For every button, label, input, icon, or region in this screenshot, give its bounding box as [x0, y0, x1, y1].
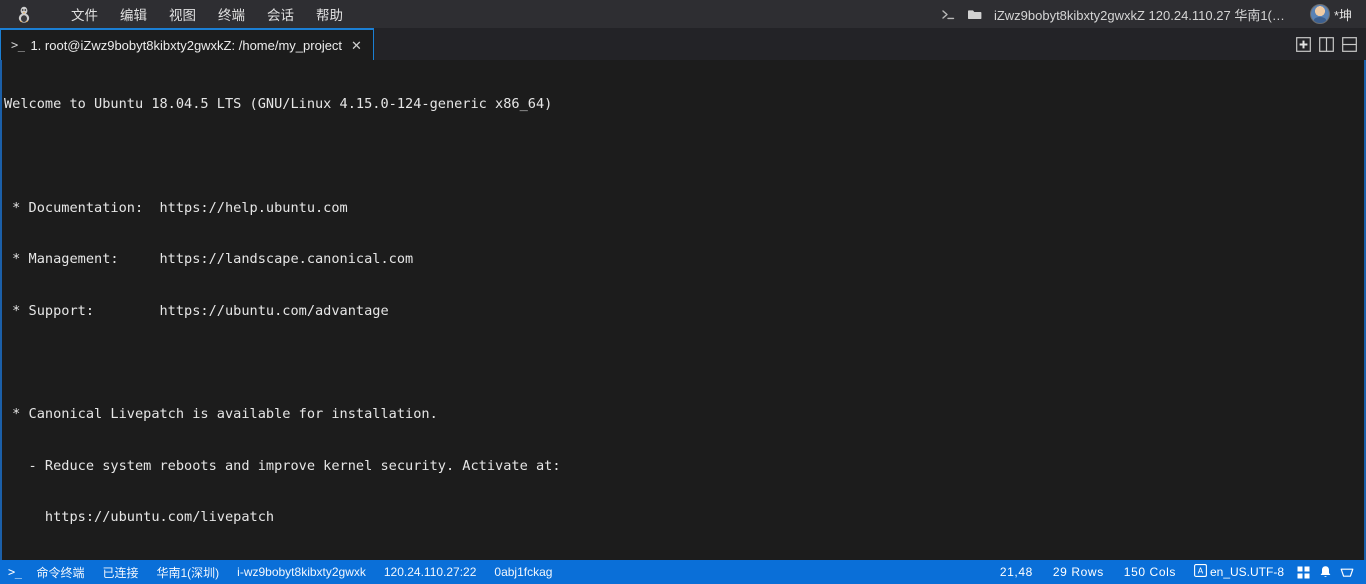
- terminal-line: - Reduce system reboots and improve kern…: [4, 457, 561, 474]
- encoding-label: en_US.UTF-8: [1209, 565, 1284, 579]
- status-cols: 150 Cols: [1123, 565, 1176, 579]
- terminal-viewport[interactable]: Welcome to Ubuntu 18.04.5 LTS (GNU/Linux…: [0, 60, 1366, 560]
- tab-item-active[interactable]: >_ 1. root@iZwz9bobyt8kibxty2gwxkZ: /hom…: [0, 28, 374, 60]
- terminal-line: * Canonical Livepatch is available for i…: [4, 405, 438, 422]
- terminal-line: Welcome to Ubuntu 18.04.5 LTS (GNU/Linux…: [4, 96, 553, 113]
- status-prompt-icon: >_: [8, 565, 22, 579]
- status-session-id-label: 0abj1fckag: [494, 565, 553, 579]
- tab-prompt-icon: >_: [11, 38, 25, 52]
- svg-text:A: A: [1198, 566, 1204, 575]
- status-rows: 29 Rows: [1052, 565, 1104, 579]
- terminal-line: https://ubuntu.com/livepatch: [4, 509, 275, 526]
- menu-item-terminal[interactable]: 终端: [207, 0, 256, 28]
- menu-bar: 文件 编辑 视图 终端 会话 帮助 iZwz9bobyt8kibxty2gwxk…: [0, 0, 1366, 28]
- status-mode-label: 命令终端: [36, 565, 85, 580]
- feedback-icon[interactable]: [1336, 566, 1358, 579]
- status-region-label: 华南1(深圳): [156, 565, 220, 580]
- tab-title: 1. root@iZwz9bobyt8kibxty2gwxkZ: /home/m…: [30, 37, 343, 53]
- menu-bar-right-section: iZwz9bobyt8kibxty2gwxkZ 120.24.110.27 华南…: [936, 0, 1366, 28]
- encoding-icon: A: [1194, 564, 1207, 580]
- plus-icon[interactable]: [1295, 36, 1312, 53]
- split-horizontal-icon[interactable]: [1341, 36, 1358, 53]
- split-vertical-icon[interactable]: [1318, 36, 1335, 53]
- status-bar: >_ 命令终端 已连接 华南1(深圳) i-wz9bobyt8kibxty2gw…: [0, 560, 1366, 584]
- bell-icon[interactable]: [1314, 565, 1336, 579]
- status-bar-right: 21,48 29 Rows 150 Cols A en_US.UTF-8: [990, 564, 1358, 580]
- apps-grid-icon[interactable]: [1292, 566, 1314, 579]
- close-icon[interactable]: ✕: [348, 37, 365, 54]
- folder-icon[interactable]: [962, 0, 988, 28]
- menu-item-help[interactable]: 帮助: [305, 0, 354, 28]
- terminal-output[interactable]: Welcome to Ubuntu 18.04.5 LTS (GNU/Linux…: [2, 60, 1364, 560]
- user-name-label[interactable]: *坤: [1334, 5, 1352, 24]
- status-bar-left: >_ 命令终端 已连接 华南1(深圳) i-wz9bobyt8kibxty2gw…: [8, 564, 561, 581]
- terminal-app-window: 文件 编辑 视图 终端 会话 帮助 iZwz9bobyt8kibxty2gwxk…: [0, 0, 1366, 584]
- command-prompt-icon[interactable]: [936, 0, 962, 28]
- terminal-line: * Support: https://ubuntu.com/advantage: [4, 302, 389, 319]
- status-address-label: 120.24.110.27:22: [383, 565, 477, 579]
- user-avatar[interactable]: [1309, 4, 1330, 24]
- terminal-line: * Documentation: https://help.ubuntu.com: [4, 199, 348, 216]
- menu-item-file[interactable]: 文件: [60, 0, 109, 28]
- tab-bar: >_ 1. root@iZwz9bobyt8kibxty2gwxkZ: /hom…: [0, 28, 1366, 60]
- tux-penguin-icon: [10, 0, 38, 28]
- status-connection-label: 已连接: [102, 565, 139, 580]
- status-encoding[interactable]: A en_US.UTF-8: [1186, 564, 1292, 580]
- menu-item-session[interactable]: 会话: [256, 0, 305, 28]
- menu-item-edit[interactable]: 编辑: [109, 0, 158, 28]
- terminal-line: * Management: https://landscape.canonica…: [4, 251, 414, 268]
- session-host-label: iZwz9bobyt8kibxty2gwxkZ 120.24.110.27 华南…: [993, 7, 1294, 23]
- menu-item-view[interactable]: 视图: [158, 0, 207, 28]
- menu-items: 文件 编辑 视图 终端 会话 帮助: [60, 0, 354, 28]
- status-cursor-position: 21,48: [999, 565, 1033, 579]
- status-instance-label: i-wz9bobyt8kibxty2gwxk: [237, 565, 366, 579]
- tab-bar-actions: [1295, 28, 1366, 60]
